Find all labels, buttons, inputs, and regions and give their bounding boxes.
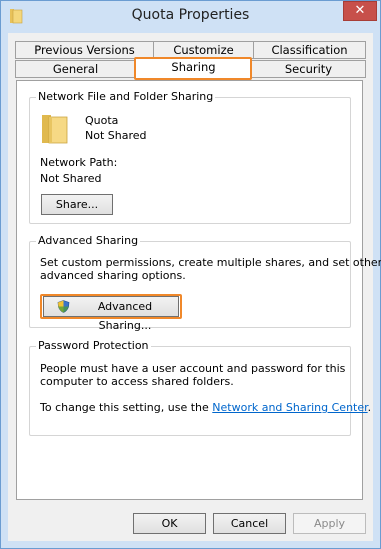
window-title: Quota Properties: [131, 7, 250, 23]
share-button[interactable]: Share...: [41, 194, 113, 215]
password-protection-suffix: .: [367, 401, 372, 414]
tab-security[interactable]: Security: [251, 60, 366, 78]
network-path-value: Not Shared: [40, 172, 102, 185]
uac-shield-icon: [57, 300, 70, 313]
password-protection-group: Password Protection People must have a u…: [29, 339, 371, 436]
network-sharing-title: Network File and Folder Sharing: [36, 90, 216, 103]
advanced-sharing-group: Advanced Sharing Set custom permissions,…: [29, 234, 381, 332]
folder-name: Quota: [85, 114, 119, 127]
tab-classification[interactable]: Classification: [253, 41, 366, 59]
password-protection-line-1: People must have a user account and pass…: [40, 362, 346, 375]
advanced-sharing-desc-1: Set custom permissions, create multiple …: [40, 256, 381, 269]
folder-icon: [42, 115, 68, 144]
dialog-body: Previous Versions Customize Classificati…: [8, 33, 381, 541]
ok-button[interactable]: OK: [133, 513, 206, 534]
password-protection-title: Password Protection: [36, 339, 151, 352]
apply-button[interactable]: Apply: [293, 513, 366, 534]
network-sharing-center-link[interactable]: Network and Sharing Center: [212, 401, 367, 414]
sharing-status: Not Shared: [85, 129, 147, 142]
tab-previous-versions[interactable]: Previous Versions: [15, 41, 154, 59]
advanced-sharing-title: Advanced Sharing: [36, 234, 141, 247]
sharing-panel: Network File and Folder Sharing Quota No…: [16, 80, 381, 500]
password-protection-line-3: To change this setting, use the Network …: [40, 401, 371, 414]
title-bar[interactable]: Quota Properties ✕: [1, 1, 380, 33]
tab-general[interactable]: General: [15, 60, 136, 78]
network-sharing-group: Network File and Folder Sharing Quota No…: [29, 90, 351, 224]
advanced-sharing-desc-2: advanced sharing options.: [40, 269, 186, 282]
advanced-sharing-button[interactable]: Advanced Sharing...: [43, 296, 179, 332]
sharing-tab-highlight: [134, 57, 252, 80]
network-path-label: Network Path:: [40, 156, 118, 169]
advanced-sharing-button-label: Advanced Sharing...: [97, 300, 153, 332]
properties-window: Quota Properties ✕ Previous Versions Cus…: [0, 0, 381, 549]
close-button[interactable]: ✕: [343, 1, 377, 21]
cancel-button[interactable]: Cancel: [213, 513, 286, 534]
password-protection-prefix: To change this setting, use the: [40, 401, 209, 414]
password-protection-line-2: computer to access shared folders.: [40, 375, 234, 388]
